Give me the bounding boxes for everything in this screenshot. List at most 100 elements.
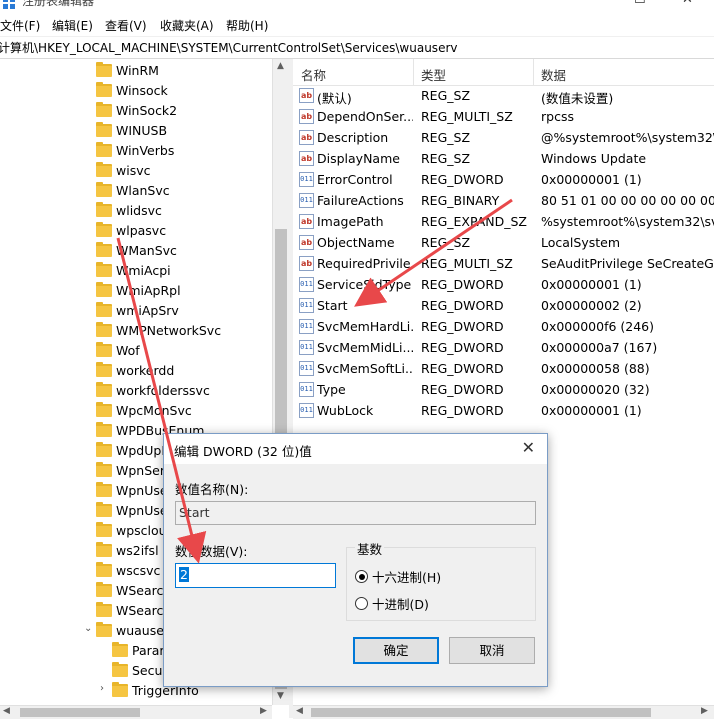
scroll-left-arrow-icon[interactable]: ◀ <box>296 706 303 716</box>
value-data-input[interactable]: 2 <box>175 563 336 588</box>
menu-view[interactable]: 查看(V) <box>105 17 147 34</box>
tree-hscroll-thumb[interactable] <box>20 708 140 717</box>
value-data: @%systemroot%\system32\w <box>541 130 714 145</box>
value-type: REG_MULTI_SZ <box>421 256 513 271</box>
close-button[interactable]: ✕ <box>682 0 693 7</box>
value-row[interactable]: ab DependOnSer... REG_MULTI_SZ rpcss <box>293 106 714 127</box>
edit-dword-dialog: 编辑 DWORD (32 位)值 ✕ 数值名称(N): Start 数值数据(V… <box>163 433 548 687</box>
tree-item[interactable]: WManSvc <box>0 241 272 261</box>
scroll-down-arrow-icon[interactable]: ▼ <box>277 691 284 701</box>
tree-horizontal-scrollbar[interactable]: ◀ ▶ <box>0 705 272 719</box>
tree-item[interactable]: WinSock2 <box>0 101 272 121</box>
value-type: REG_SZ <box>421 88 471 103</box>
tree-item[interactable]: Wof <box>0 341 272 361</box>
tree-item-label: wlpasvc <box>116 223 167 238</box>
expanded-chevron-icon[interactable]: ⌄ <box>84 623 92 634</box>
value-type: REG_DWORD <box>421 319 504 334</box>
value-data: SeAuditPrivilege SeCreateGlo <box>541 256 714 271</box>
tree-item[interactable]: WinVerbs <box>0 141 272 161</box>
decimal-radio[interactable]: 十进制(D) <box>355 594 429 612</box>
minimize-button[interactable]: — <box>589 0 602 7</box>
value-name: WubLock <box>317 403 374 418</box>
value-row[interactable]: 011 FailureActions REG_BINARY 80 51 01 00 0… <box>293 190 714 211</box>
dialog-close-icon[interactable]: ✕ <box>522 438 535 457</box>
list-horizontal-scrollbar[interactable]: ◀ ▶ <box>293 705 714 719</box>
address-bar[interactable]: 计算机\HKEY_LOCAL_MACHINE\SYSTEM\CurrentCon… <box>0 37 714 59</box>
column-separator[interactable] <box>413 59 414 85</box>
value-row[interactable]: ab Description REG_SZ @%systemroot%\system3… <box>293 127 714 148</box>
menu-bar: 文件(F) 编辑(E) 查看(V) 收藏夹(A) 帮助(H) <box>0 14 714 37</box>
tree-item[interactable]: Winsock <box>0 81 272 101</box>
value-row[interactable]: 011 SvcMemSoftLi... REG_DWORD 0x00000058 (8… <box>293 358 714 379</box>
tree-item[interactable]: WMPNetworkSvc <box>0 321 272 341</box>
scroll-right-arrow-icon[interactable]: ▶ <box>701 706 708 716</box>
radio-unselected-icon[interactable] <box>355 597 368 610</box>
value-row[interactable]: 011 SvcMemMidLi... REG_DWORD 0x000000a7 (16… <box>293 337 714 358</box>
collapsed-chevron-icon[interactable]: › <box>100 683 104 694</box>
menu-help[interactable]: 帮助(H) <box>226 17 268 34</box>
column-type-header[interactable]: 类型 <box>421 65 446 84</box>
folder-icon <box>96 462 112 477</box>
folder-icon <box>96 262 112 277</box>
column-separator[interactable] <box>533 59 534 85</box>
tree-item[interactable]: workerdd <box>0 361 272 381</box>
value-row[interactable]: ab ObjectName REG_SZ LocalSystem <box>293 232 714 253</box>
folder-icon <box>112 682 128 697</box>
tree-item-label: Wof <box>116 343 140 358</box>
folder-icon <box>96 242 112 257</box>
folder-icon <box>96 342 112 357</box>
value-row[interactable]: 011 ServiceSidType REG_DWORD 0x00000001 (1) <box>293 274 714 295</box>
folder-icon <box>96 182 112 197</box>
folder-icon <box>96 402 112 417</box>
dialog-title-bar[interactable]: 编辑 DWORD (32 位)值 ✕ <box>164 434 547 464</box>
value-row[interactable]: 011 ErrorControl REG_DWORD 0x00000001 (1) <box>293 169 714 190</box>
menu-edit[interactable]: 编辑(E) <box>52 17 93 34</box>
scroll-right-arrow-icon[interactable]: ▶ <box>260 706 267 716</box>
folder-icon <box>96 102 112 117</box>
menu-favorites[interactable]: 收藏夹(A) <box>160 17 214 34</box>
address-path[interactable]: 计算机\HKEY_LOCAL_MACHINE\SYSTEM\CurrentCon… <box>0 39 457 56</box>
maximize-button[interactable]: ☐ <box>634 0 646 7</box>
ok-button[interactable]: 确定 <box>353 637 439 664</box>
tree-item[interactable]: WpcMonSvc <box>0 401 272 421</box>
value-row[interactable]: ab DisplayName REG_SZ Windows Update <box>293 148 714 169</box>
hex-radio[interactable]: 十六进制(H) <box>355 567 441 585</box>
binary-value-icon: 011 <box>299 361 314 376</box>
base-label: 基数 <box>355 539 385 558</box>
tree-item[interactable]: wlidsvc <box>0 201 272 221</box>
menu-file[interactable]: 文件(F) <box>0 17 40 34</box>
cancel-button[interactable]: 取消 <box>449 637 535 664</box>
value-row[interactable]: ab (默认) REG_SZ (数值未设置) <box>293 85 714 106</box>
tree-item[interactable]: WINUSB <box>0 121 272 141</box>
tree-item-label: Winsock <box>116 83 168 98</box>
column-data-header[interactable]: 数据 <box>541 65 566 84</box>
string-value-icon: ab <box>299 214 314 229</box>
value-row[interactable]: 011 SvcMemHardLi... REG_DWORD 0x000000f6 (2… <box>293 316 714 337</box>
tree-item[interactable]: wisvc <box>0 161 272 181</box>
value-row[interactable]: ab ImagePath REG_EXPAND_SZ %systemroot%\sys… <box>293 211 714 232</box>
value-name: SvcMemMidLi... <box>317 340 413 355</box>
tree-item[interactable]: WmiApRpl <box>0 281 272 301</box>
value-row[interactable]: ab RequiredPrivile... REG_MULTI_SZ SeAuditP… <box>293 253 714 274</box>
value-name: RequiredPrivile... <box>317 256 413 271</box>
list-hscroll-thumb[interactable] <box>311 708 651 717</box>
value-row[interactable]: 011 Start REG_DWORD 0x00000002 (2) <box>293 295 714 316</box>
tree-item[interactable]: workfolderssvc <box>0 381 272 401</box>
folder-icon <box>96 382 112 397</box>
value-row[interactable]: 011 WubLock REG_DWORD 0x00000001 (1) <box>293 400 714 421</box>
tree-item[interactable]: WinRM <box>0 61 272 81</box>
tree-item[interactable]: WlanSvc <box>0 181 272 201</box>
radio-selected-icon[interactable] <box>355 570 368 583</box>
scroll-left-arrow-icon[interactable]: ◀ <box>3 706 10 716</box>
scroll-up-arrow-icon[interactable]: ▲ <box>277 61 284 71</box>
binary-value-icon: 011 <box>299 319 314 334</box>
value-name: Description <box>317 130 389 145</box>
tree-item[interactable]: WmiAcpi <box>0 261 272 281</box>
tree-item[interactable]: wlpasvc <box>0 221 272 241</box>
tree-item[interactable]: wmiApSrv <box>0 301 272 321</box>
folder-icon <box>112 642 128 657</box>
value-row[interactable]: 011 Type REG_DWORD 0x00000020 (32) <box>293 379 714 400</box>
value-type: REG_DWORD <box>421 361 504 376</box>
tree-item-label: WpcMonSvc <box>116 403 192 418</box>
column-name-header[interactable]: 名称 <box>301 65 326 84</box>
